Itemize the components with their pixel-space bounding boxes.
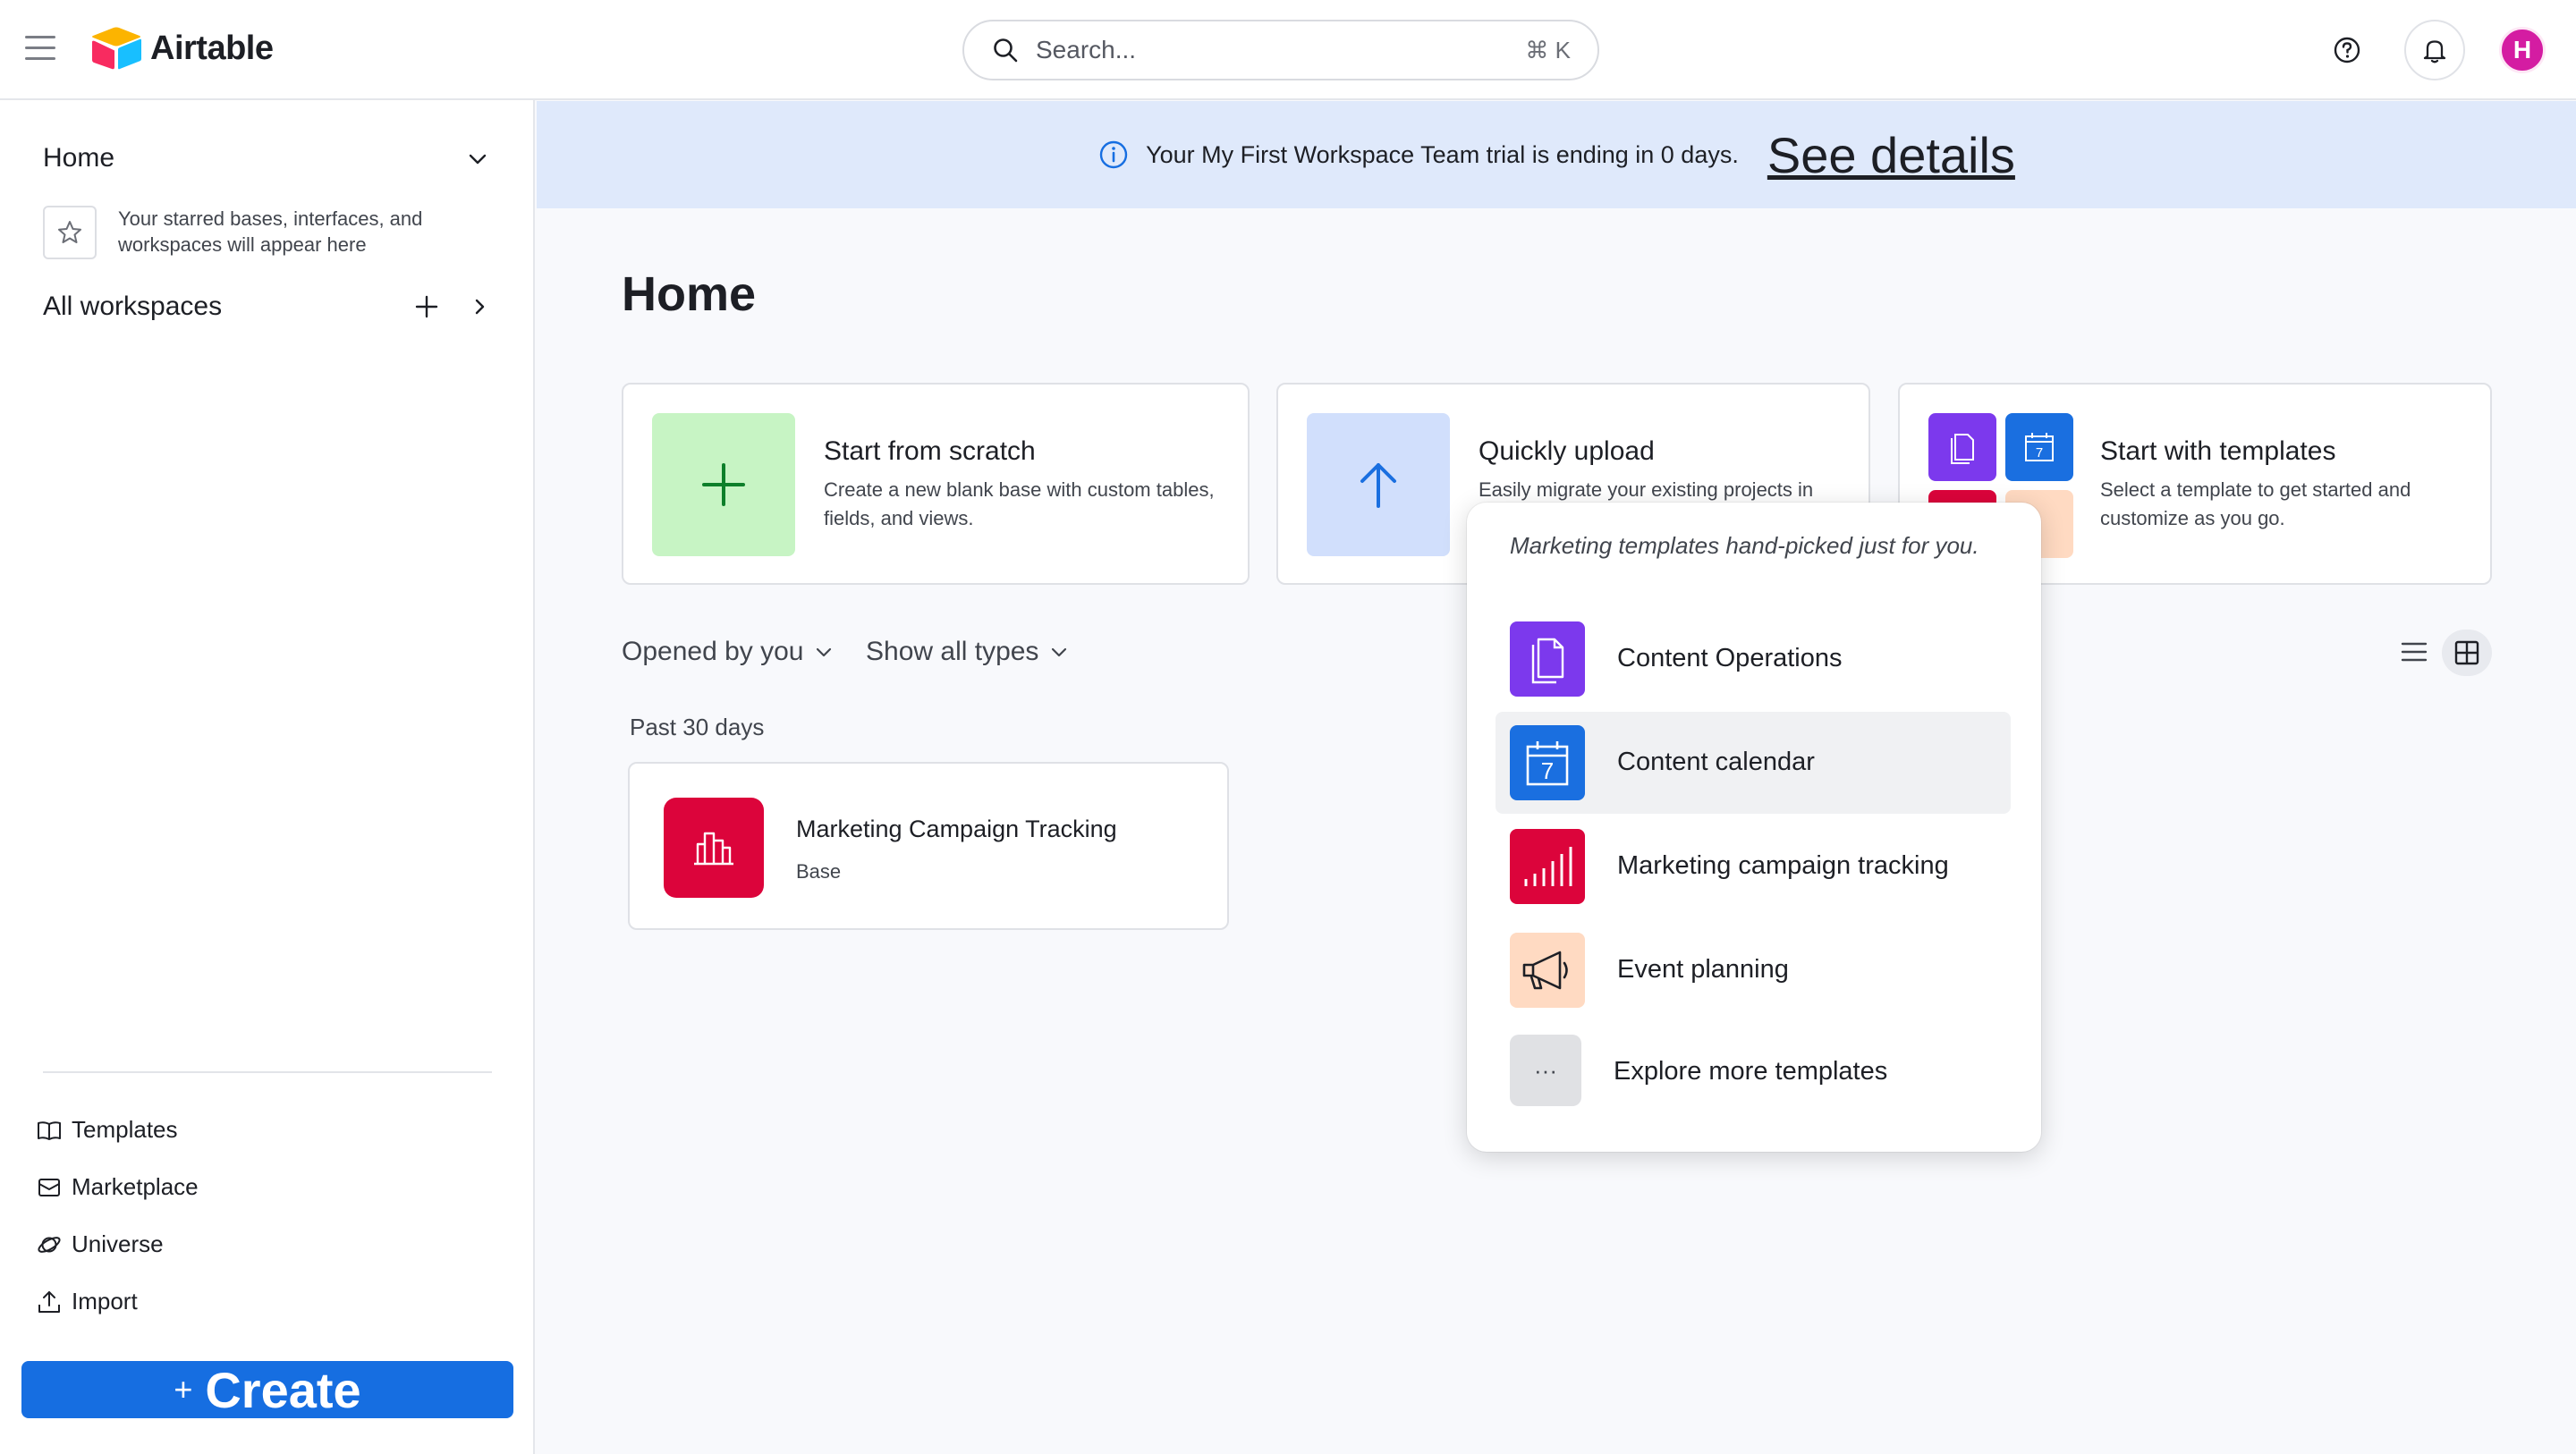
sidebar-item-label: Templates [72,1116,178,1143]
template-label: Event planning [1617,955,1789,984]
template-item-event-planning[interactable]: Event planning [1496,919,2011,1021]
info-icon [1099,140,1128,169]
trial-banner: Your My First Workspace Team trial is en… [537,101,2576,208]
card-title: Start from scratch [824,436,1036,466]
create-button[interactable]: + Create [21,1361,513,1418]
sidebar-item-import[interactable]: Import [36,1288,138,1315]
base-type: Base [796,860,842,883]
base-card[interactable]: Marketing Campaign Tracking Base [628,762,1229,930]
book-icon [38,1120,61,1140]
add-workspace-icon[interactable] [413,293,440,320]
template-label: Explore more templates [1614,1057,1888,1086]
airtable-logo-icon [92,27,141,70]
svg-text:7: 7 [2036,445,2043,461]
template-mini-calendar: 7 [2005,413,2073,481]
search-shortcut: ⌘ K [1525,36,1571,63]
template-mini-document [1928,413,1996,481]
upload-tile [1307,413,1450,556]
search-bar[interactable]: Search... ⌘ K [962,20,1599,80]
logo-wordmark: Airtable [150,29,274,67]
star-icon [58,221,81,243]
menu-icon[interactable] [25,36,55,63]
chevron-right-icon[interactable] [469,295,490,318]
card-description: Easily migrate your existing projects in [1479,478,1814,501]
help-icon[interactable] [2331,34,2363,66]
banner-text: Your My First Workspace Team trial is en… [1146,140,1739,168]
card-title: Quickly upload [1479,436,1655,466]
bar-chart-icon [1524,847,1572,886]
starred-placeholder [43,206,97,259]
top-bar: Airtable Search... ⌘ K H [0,0,2576,100]
template-icon-tile: 7 [1510,725,1585,800]
search-icon [994,38,1018,63]
upload-icon [38,1290,60,1313]
sidebar-item-label: Import [72,1288,138,1315]
card-description: Select a template to get started and cus… [2100,478,2411,529]
template-icon-tile [1510,933,1585,1008]
starred-hint-text: Your starred bases, interfaces, and work… [118,207,423,256]
document-icon [1951,434,1974,464]
sidebar-item-label: Marketplace [72,1173,199,1200]
document-icon [1531,638,1564,684]
sidebar-home-heading[interactable]: Home [43,143,114,173]
type-filter[interactable]: Show all types [866,637,1069,667]
see-details-link[interactable]: See details [1767,126,2015,184]
templates-popover: Marketing templates hand-picked just for… [1467,503,2041,1152]
template-icon-tile [1510,621,1585,697]
template-label: Content calendar [1617,748,1815,776]
airtable-logo[interactable]: Airtable [89,25,274,72]
sidebar: Home Your starred bases, interfaces, and… [0,100,535,1454]
megaphone-icon [1522,951,1568,990]
base-icon [664,798,764,898]
svg-text:7: 7 [1541,757,1554,784]
user-avatar[interactable]: H [2499,27,2546,73]
filter-label: Opened by you [622,637,804,666]
create-label: Create [205,1361,361,1418]
template-item-content-calendar[interactable]: 7 Content calendar [1496,712,2011,814]
template-label: Content Operations [1617,644,1843,672]
list-view-icon[interactable] [2399,637,2429,667]
sidebar-item-label: Universe [72,1230,164,1257]
search-placeholder: Search... [1036,36,1137,63]
calendar-icon: 7 [1526,741,1569,786]
popover-hint: Marketing templates hand-picked just for… [1510,532,1979,559]
marketplace-icon [38,1178,60,1196]
notifications-button[interactable] [2404,20,2465,80]
chevron-down-icon[interactable] [465,147,490,172]
arrow-up-icon [1360,463,1396,508]
card-title: Start with templates [2100,436,2336,466]
sidebar-divider [43,1071,492,1073]
building-chart-icon [694,832,733,866]
universe-icon [38,1236,61,1253]
template-icon-tile [1510,829,1585,904]
opened-by-filter[interactable]: Opened by you [622,637,834,667]
sidebar-item-universe[interactable]: Universe [36,1230,164,1258]
plus-icon: + [174,1371,193,1408]
scratch-tile [652,413,795,556]
all-workspaces-heading[interactable]: All workspaces [43,292,222,322]
grid-view-button[interactable] [2442,630,2492,676]
section-label: Past 30 days [630,714,765,740]
plus-icon [702,463,745,506]
chevron-down-icon [817,647,832,657]
calendar-icon: 7 [2025,433,2054,461]
template-label: Marketing campaign tracking [1617,851,1949,880]
page-title: Home [622,267,757,321]
template-item-content-operations[interactable]: Content Operations [1496,608,2011,710]
sidebar-item-marketplace[interactable]: Marketplace [36,1173,199,1201]
sidebar-item-templates[interactable]: Templates [36,1116,178,1144]
chevron-down-icon [1052,647,1067,657]
base-name: Marketing Campaign Tracking [796,816,1117,842]
explore-more-templates[interactable]: ··· Explore more templates [1496,1021,2011,1123]
more-icon: ··· [1510,1035,1581,1106]
grid-view-icon [2454,640,2479,665]
filter-label: Show all types [866,637,1039,666]
bell-icon [2423,40,2446,63]
card-description: Create a new blank base with custom tabl… [824,478,1215,529]
template-item-marketing-campaign-tracking[interactable]: Marketing campaign tracking [1496,816,2011,917]
start-from-scratch-card[interactable]: Start from scratch Create a new blank ba… [622,383,1250,585]
